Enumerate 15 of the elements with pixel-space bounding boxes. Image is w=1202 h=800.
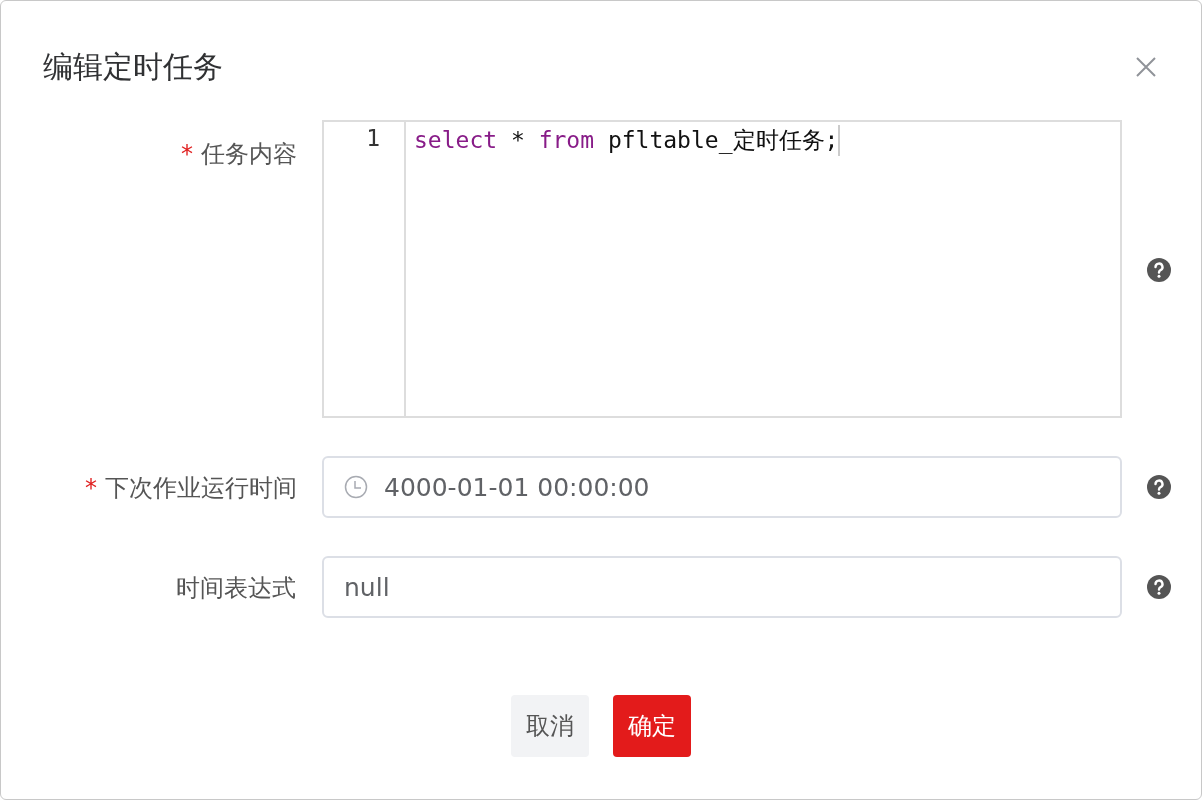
line-number: 1 — [366, 125, 380, 151]
confirm-button[interactable]: 确定 — [613, 695, 691, 757]
field-label: * 下次作业运行时间 — [85, 473, 297, 504]
code-editor[interactable]: 1 select * from pfltable_定时任务; — [322, 120, 1122, 418]
datetime-field[interactable]: 4000-01-01 00:00:00 — [322, 456, 1122, 518]
help-icon[interactable] — [1147, 475, 1171, 499]
input-field[interactable]: null — [322, 556, 1122, 618]
help-icon[interactable] — [1147, 258, 1171, 282]
field-label: 时间表达式 — [176, 573, 297, 604]
code-line: select * from pfltable_定时任务; — [414, 125, 841, 156]
dialog-title: 编辑定时任务 — [43, 47, 223, 86]
field-label: * 任务内容 — [181, 139, 297, 170]
clock-icon — [344, 475, 368, 499]
help-icon[interactable] — [1147, 575, 1171, 599]
cancel-button[interactable]: 取消 — [511, 695, 589, 757]
